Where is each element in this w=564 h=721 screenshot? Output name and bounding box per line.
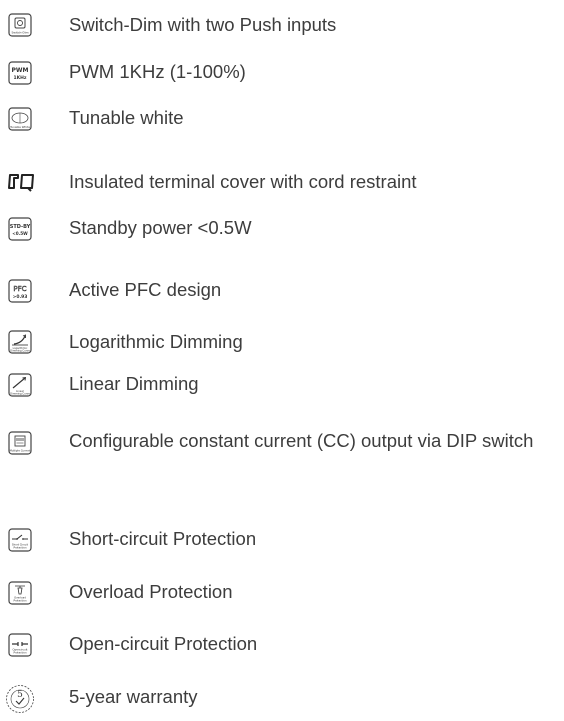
svg-text:>0.93: >0.93 xyxy=(13,294,28,300)
feature-label: Overload Protection xyxy=(69,581,233,602)
svg-text:Protection: Protection xyxy=(13,598,26,602)
feature-label: Short-circuit Protection xyxy=(69,528,257,549)
feature-label: PWM 1KHz (1-100%) xyxy=(69,61,246,82)
svg-text:Dimming Curve: Dimming Curve xyxy=(10,349,30,353)
svg-text:Tunable White: Tunable White xyxy=(9,125,30,129)
feature-label: Configurable constant current (CC) outpu… xyxy=(69,430,534,451)
overload-icon: Overload Protection xyxy=(8,581,32,605)
svg-text:Dimming Curve: Dimming Curve xyxy=(10,392,30,396)
pwm-icon: PWM 1KHz xyxy=(8,61,32,85)
feature-label: Insulated terminal cover with cord restr… xyxy=(69,171,417,192)
pfc-icon: PFC >0.93 xyxy=(8,279,32,303)
svg-text:STD-BY: STD-BY xyxy=(10,224,31,230)
terminal-cover-icon xyxy=(7,170,35,194)
warranty-icon: 5 xyxy=(5,684,35,714)
tunable-white-icon: Tunable White xyxy=(8,107,32,131)
svg-text:Protection: Protection xyxy=(13,545,26,549)
feature-label: Logarithmic Dimming xyxy=(69,331,243,352)
svg-text:PFC: PFC xyxy=(13,285,26,293)
svg-text:<0.5W: <0.5W xyxy=(12,231,28,236)
feature-label: Standby power <0.5W xyxy=(69,217,252,238)
svg-text:5: 5 xyxy=(17,690,23,700)
feature-label: 5-year warranty xyxy=(69,686,198,707)
feature-list: Switch-Dim Switch-Dim with two Push inpu… xyxy=(0,0,564,721)
logarithmic-dimming-icon: Logarithmic Dimming Curve xyxy=(8,330,32,354)
linear-dimming-icon: Linear Dimming Curve xyxy=(8,373,32,397)
feature-label: Linear Dimming xyxy=(69,373,199,394)
svg-text:Switch-Dim: Switch-Dim xyxy=(11,31,28,35)
feature-label: Tunable white xyxy=(69,107,184,128)
open-circuit-icon: Opencircuit Protection xyxy=(8,633,32,657)
feature-label: Active PFC design xyxy=(69,279,222,300)
multiple-current-icon: Multiple Current xyxy=(8,431,32,455)
feature-label: Switch-Dim with two Push inputs xyxy=(69,14,337,35)
svg-text:Protection: Protection xyxy=(13,650,26,654)
svg-text:1KHz: 1KHz xyxy=(13,75,26,81)
switch-dim-icon: Switch-Dim xyxy=(8,13,32,37)
svg-text:Multiple Current: Multiple Current xyxy=(10,449,31,453)
feature-label: Open-circuit Protection xyxy=(69,633,258,654)
standby-power-icon: STD-BY <0.5W xyxy=(8,217,32,241)
short-circuit-icon: Short Circuit Protection xyxy=(8,528,32,552)
svg-text:PWM: PWM xyxy=(12,67,29,74)
